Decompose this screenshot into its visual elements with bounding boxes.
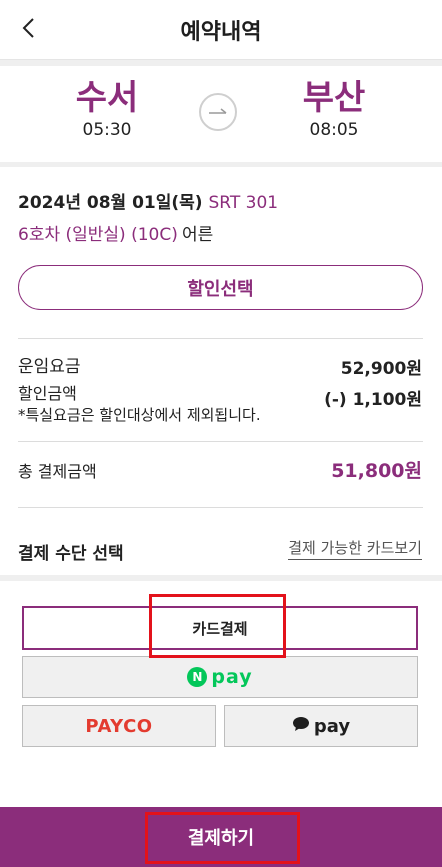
arrival-station: 부산 08:05 [264,78,404,140]
page-title: 예약내역 [180,20,262,45]
arrival-time: 08:05 [309,120,359,140]
arrow-right-icon [199,93,237,131]
naver-pay-label: pay [211,666,253,688]
header-divider [0,60,442,66]
total-value: 51,800원 [331,460,422,482]
base-fare-label: 운임요금 [18,357,81,377]
departure-station: 수서 05:30 [37,78,177,140]
header: 예약내역 [0,0,442,60]
arrival-station-name: 부산 [302,78,366,118]
kakao-pay-label: pay [313,715,351,737]
divider [18,441,423,442]
naver-n-icon: N [187,667,208,687]
card-payment-label: 카드결제 [192,619,248,638]
trip-date-line: 2024년 08월 01일(목) SRT 301 [18,188,278,213]
discount-value: (-) 1,100원 [324,390,422,410]
base-fare-value: 52,900원 [340,359,422,379]
departure-time: 05:30 [82,120,132,140]
speech-bubble-icon [292,716,310,736]
available-cards-link[interactable]: 결제 가능한 카드보기 [288,537,422,560]
payco-label: PAYCO [85,715,153,737]
discount-select-button[interactable]: 할인선택 [18,265,423,310]
naver-pay-option[interactable]: N pay [22,656,418,698]
trip-date: 2024년 08월 01일(목) [18,193,203,213]
passenger-type: 어른 [182,225,214,245]
discount-label: 할인금액 [18,384,77,403]
card-payment-option[interactable]: 카드결제 [22,606,418,650]
seat-info: 6호차 (일반실) (10C) [18,225,178,245]
payco-option[interactable]: PAYCO [22,705,216,747]
reservation-screen: 예약내역 수서 05:30 부산 08:05 2024년 08월 01일(목) … [0,0,442,867]
divider [18,507,423,508]
divider [18,338,423,339]
section-divider [0,162,442,167]
total-label: 총 결제금액 [18,462,97,481]
departure-station-name: 수서 [75,78,139,118]
pay-button[interactable]: 결제하기 [0,807,442,867]
payment-method-title: 결제 수단 선택 [18,544,124,564]
discount-note: *특실요금은 할인대상에서 제외됩니다. [18,406,261,424]
kakao-pay-option[interactable]: pay [224,705,418,747]
section-divider [0,575,442,581]
train-number: SRT 301 [208,193,279,213]
